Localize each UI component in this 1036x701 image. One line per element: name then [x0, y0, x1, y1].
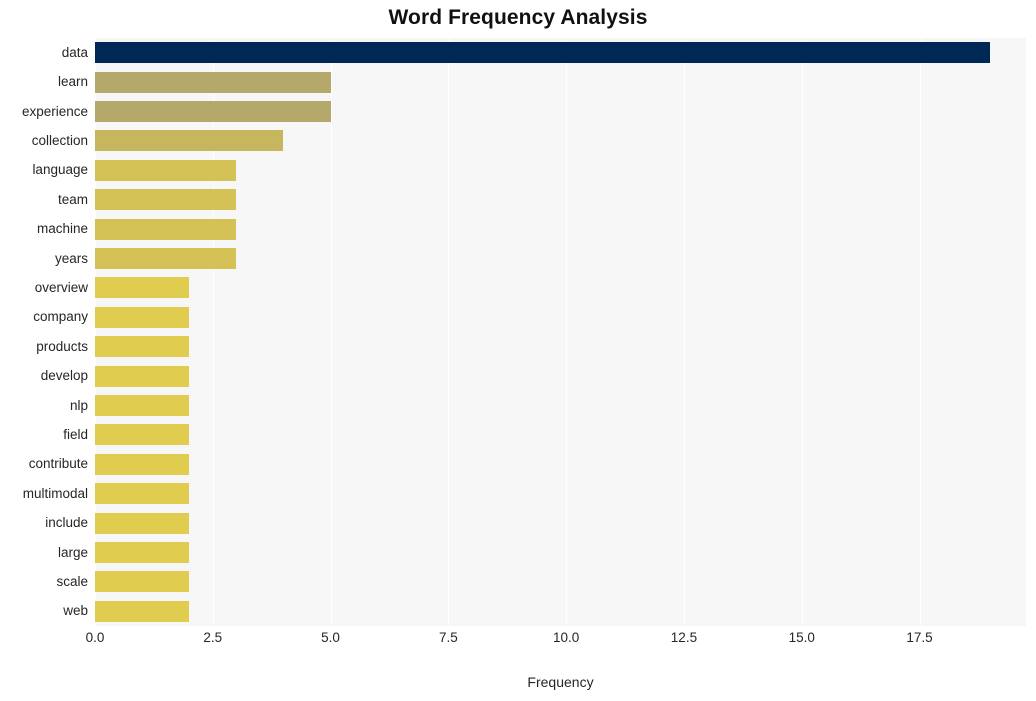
x-tick-label-2.5: 2.5	[203, 630, 223, 645]
y-tick-label-years: years	[54, 250, 88, 266]
y-tick-label-large: large	[57, 544, 88, 560]
y-tick-label-company: company	[33, 309, 88, 325]
bar-include	[95, 512, 190, 534]
x-tick-label-12.5: 12.5	[670, 630, 698, 645]
y-tick-label-data: data	[61, 44, 88, 60]
bar-scale	[95, 571, 190, 593]
bar-multimodal	[95, 483, 190, 505]
y-tick-label-collection: collection	[31, 132, 88, 148]
y-tick-label-develop: develop	[40, 368, 88, 384]
y-tick-label-team: team	[57, 191, 88, 207]
bar-language	[95, 159, 237, 181]
x-tick-label-7.5: 7.5	[438, 630, 458, 645]
x-axis-title: Frequency	[527, 674, 594, 690]
x-tick-label-0.0: 0.0	[85, 630, 105, 645]
bar-field	[95, 424, 190, 446]
y-tick-label-include: include	[45, 515, 88, 531]
y-tick-label-experience: experience	[21, 103, 88, 119]
bar-overview	[95, 277, 190, 299]
y-tick-label-contribute: contribute	[28, 456, 88, 472]
y-tick-label-overview: overview	[34, 279, 88, 295]
plot-area	[95, 38, 1026, 626]
bar-products	[95, 336, 190, 358]
bar-data	[95, 42, 991, 64]
y-tick-label-scale: scale	[56, 573, 88, 589]
bar-years	[95, 248, 237, 269]
bar-web	[95, 600, 190, 622]
bar-machine	[95, 218, 237, 240]
bar-team	[95, 189, 237, 211]
bar-contribute	[95, 453, 190, 475]
bar-develop	[95, 365, 190, 387]
x-tick-label-15.0: 15.0	[788, 630, 815, 645]
bar-learn	[95, 71, 331, 93]
bar-experience	[95, 101, 331, 122]
x-tick-label-5.0: 5.0	[321, 630, 340, 645]
x-axis-tick-labels: 0.0 2.5 5.0 7.5 10.0 12.5 15.0 17.5	[0, 630, 1036, 654]
bar-company	[95, 306, 190, 328]
x-tick-label-10.0: 10.0	[553, 630, 580, 645]
y-axis-tick-labels: data learn experience collection language tea…	[0, 38, 88, 626]
y-tick-label-web: web	[63, 603, 88, 619]
y-tick-label-language: language	[32, 162, 88, 178]
y-tick-label-field: field	[63, 426, 88, 442]
y-tick-label-multimodal: multimodal	[22, 485, 88, 501]
bar-nlp	[95, 395, 190, 416]
y-tick-label-products: products	[36, 338, 88, 354]
word-frequency-chart: Word Frequency Analysis data learn experie…	[0, 0, 1036, 701]
bar-collection	[95, 130, 284, 152]
bar-large	[95, 542, 190, 563]
chart-title: Word Frequency Analysis	[388, 6, 648, 29]
y-tick-label-nlp: nlp	[69, 397, 88, 413]
y-tick-label-machine: machine	[36, 221, 88, 237]
bars-group	[95, 38, 1026, 626]
x-tick-label-17.5: 17.5	[906, 630, 933, 645]
y-tick-label-learn: learn	[57, 74, 88, 90]
